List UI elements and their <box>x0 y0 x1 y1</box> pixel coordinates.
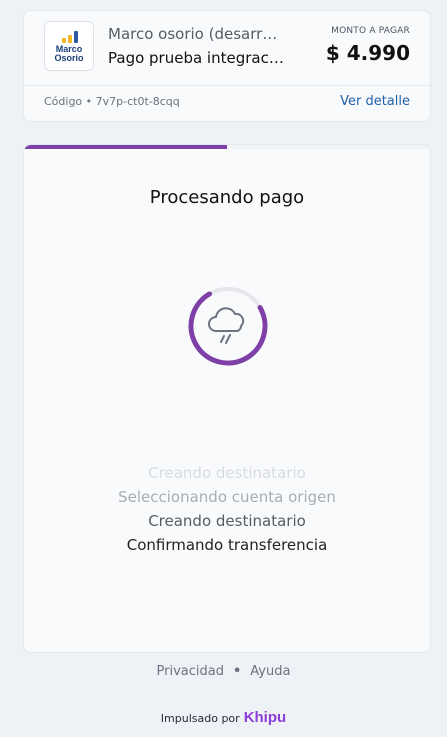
powered-by-label: Impulsado por <box>160 712 240 725</box>
progress-bar-fill <box>24 145 227 149</box>
step-item: Creando destinatario <box>148 464 306 482</box>
merchant-header: Marco Osorio Marco osorio (desarr… Pago … <box>24 11 430 86</box>
privacy-link[interactable]: Privacidad <box>157 664 224 679</box>
footer-links: Privacidad • Ayuda <box>0 664 447 679</box>
cloud-rain-icon <box>208 307 245 344</box>
processing-title: Procesando pago <box>149 187 305 208</box>
step-item: Creando destinatario <box>148 512 306 530</box>
payment-summary-card: Marco Osorio Marco osorio (desarr… Pago … <box>23 10 431 122</box>
merchant-logo: Marco Osorio <box>44 21 94 71</box>
logo-text-line2: Osorio <box>54 53 84 63</box>
loading-spinner <box>188 287 268 366</box>
progress-bar <box>24 145 430 149</box>
processing-steps: Creando destinatario Seleccionando cuent… <box>24 461 430 557</box>
processing-card: Procesando pago Creando destinatario Sel… <box>23 144 431 653</box>
amount-label: MONTO A PAGAR <box>331 26 410 36</box>
help-link[interactable]: Ayuda <box>250 664 290 679</box>
merchant-name: Marco osorio (desarr… <box>108 25 278 43</box>
powered-by: Impulsado por Khipu <box>0 709 447 726</box>
step-item: Seleccionando cuenta origen <box>118 488 336 506</box>
view-details-link[interactable]: Ver detalle <box>340 94 410 109</box>
step-item-current: Confirmando transferencia <box>126 536 328 554</box>
payment-code: Código • 7v7p-ct0t-8cqq <box>44 95 180 108</box>
khipu-logo: Khipu <box>243 709 287 726</box>
footer-separator: • <box>232 664 242 679</box>
bar-chart-icon <box>62 31 78 43</box>
amount-value: $ 4.990 <box>325 41 410 65</box>
payment-subject: Pago prueba integrac… <box>108 49 284 67</box>
